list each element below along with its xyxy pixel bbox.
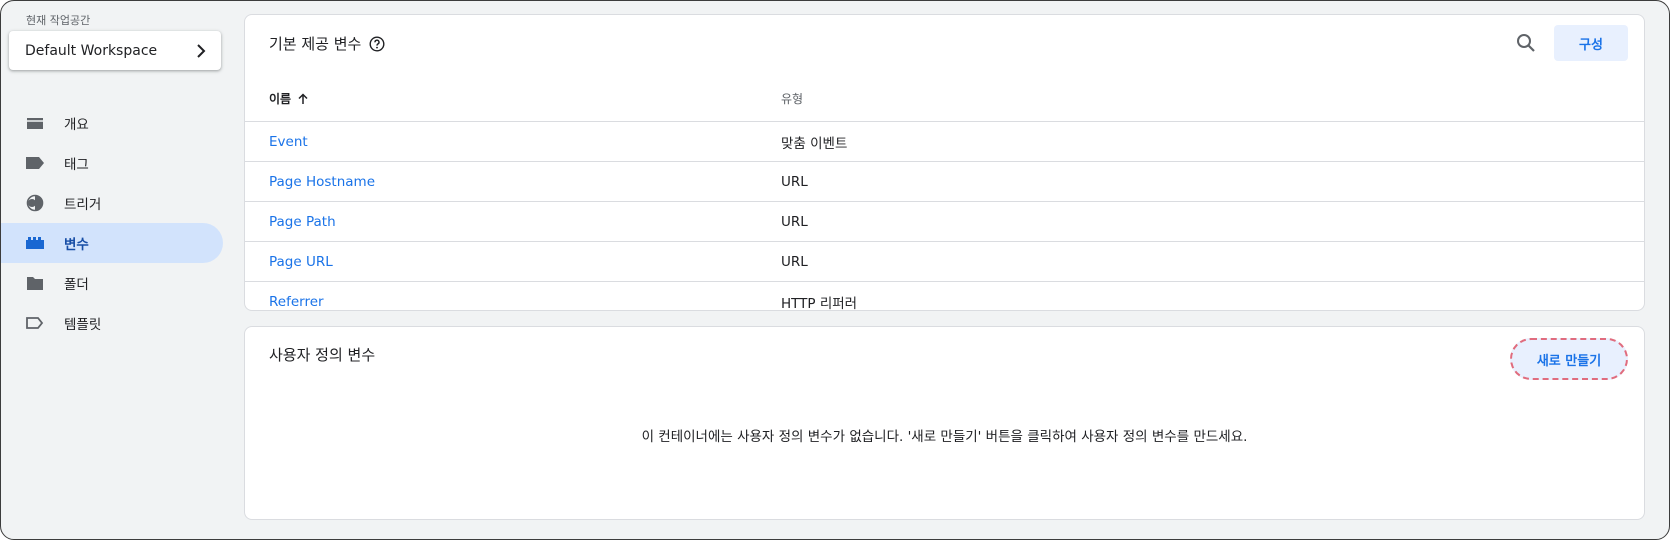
variable-type: HTTP 리퍼러 — [781, 296, 858, 312]
sidebar-item-label: 태그 — [64, 157, 89, 173]
variable-name-link[interactable]: Referrer — [245, 294, 781, 310]
trigger-icon — [25, 193, 45, 213]
user-defined-variables-card: 사용자 정의 변수 새로 만들기 이 컨테이너에는 사용자 정의 변수가 없습니… — [244, 326, 1645, 520]
variable-name-link[interactable]: Page Hostname — [245, 174, 781, 190]
overview-icon — [25, 113, 45, 133]
variable-type: URL — [781, 253, 808, 270]
sidebar-item-tags[interactable]: 태그 — [1, 143, 223, 183]
workspace-label: 현재 작업공간 — [26, 14, 91, 27]
workspace-selector[interactable]: Default Workspace — [9, 31, 221, 70]
builtin-variables-title-row: 기본 제공 변수 — [269, 33, 385, 54]
table-row: Page Hostname URL — [245, 162, 1644, 202]
variable-name-link[interactable]: Page Path — [245, 214, 781, 230]
new-variable-button[interactable]: 새로 만들기 — [1510, 338, 1628, 380]
table-row: Event 맞춤 이벤트 — [245, 122, 1644, 162]
sidebar-item-label: 템플릿 — [64, 317, 102, 333]
builtin-variables-card: 기본 제공 변수 구성 이름 유형 Event 맞춤 이벤트 Page Host… — [244, 14, 1645, 312]
column-header-type[interactable]: 유형 — [781, 90, 803, 107]
folder-icon — [25, 273, 45, 293]
table-row: Page URL URL — [245, 242, 1644, 282]
user-defined-variables-title: 사용자 정의 변수 — [269, 346, 376, 364]
sidebar-item-label: 폴더 — [64, 277, 89, 293]
sidebar-nav: 개요 태그 트리거 변수 폴더 템플릿 — [1, 103, 223, 343]
variable-name-link[interactable]: Page URL — [245, 254, 781, 270]
template-icon — [25, 313, 45, 333]
table-row: Page Path URL — [245, 202, 1644, 242]
sidebar-item-label: 트리거 — [64, 197, 102, 213]
table-row: Referrer HTTP 리퍼러 — [245, 282, 1644, 322]
table-header: 이름 유형 — [245, 76, 1644, 122]
search-icon[interactable] — [1515, 32, 1537, 54]
variable-type: 맞춤 이벤트 — [781, 135, 848, 152]
sidebar-item-folders[interactable]: 폴더 — [1, 263, 223, 303]
column-header-name-label: 이름 — [269, 92, 292, 106]
workspace-name: Default Workspace — [25, 42, 158, 59]
sidebar-item-variables[interactable]: 변수 — [1, 223, 223, 263]
arrow-up-icon — [298, 92, 308, 104]
configure-button[interactable]: 구성 — [1554, 25, 1628, 61]
builtin-variables-title: 기본 제공 변수 — [269, 35, 362, 53]
sidebar-item-label: 변수 — [64, 237, 89, 253]
sidebar-item-triggers[interactable]: 트리거 — [1, 183, 223, 223]
app-frame: 현재 작업공간 Default Workspace 개요 태그 트리거 변수 폴… — [0, 0, 1670, 540]
help-icon[interactable] — [369, 35, 385, 52]
sidebar: 현재 작업공간 Default Workspace 개요 태그 트리거 변수 폴… — [1, 1, 229, 539]
sidebar-item-overview[interactable]: 개요 — [1, 103, 223, 143]
variable-type: URL — [781, 173, 808, 190]
column-header-name[interactable]: 이름 — [245, 90, 781, 107]
tag-icon — [25, 153, 45, 173]
variable-type: URL — [781, 213, 808, 230]
builtin-variables-table: 이름 유형 Event 맞춤 이벤트 Page Hostname URL Pag… — [245, 76, 1644, 322]
chevron-right-icon — [197, 43, 206, 58]
sidebar-item-templates[interactable]: 템플릿 — [1, 303, 223, 343]
empty-state-message: 이 컨테이너에는 사용자 정의 변수가 없습니다. '새로 만들기' 버튼을 클… — [641, 429, 1248, 445]
variable-name-link[interactable]: Event — [245, 134, 781, 150]
sidebar-item-label: 개요 — [64, 117, 89, 133]
variables-icon — [25, 233, 45, 253]
